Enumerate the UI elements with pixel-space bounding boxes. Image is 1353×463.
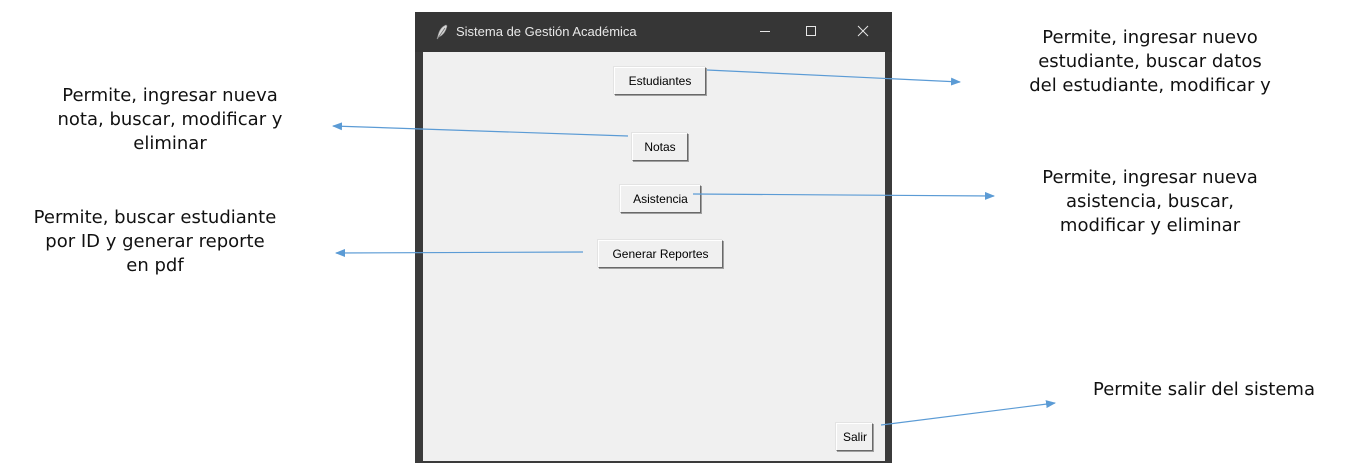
annotation-asistencia: Permite, ingresar nueva asistencia, busc… (1000, 166, 1300, 238)
annotation-line: en pdf (126, 255, 184, 276)
maximize-button[interactable] (788, 12, 834, 52)
title-bar[interactable]: Sistema de Gestión Académica (415, 12, 892, 52)
close-button[interactable] (840, 12, 886, 52)
estudiantes-button[interactable]: Estudiantes (614, 67, 706, 95)
annotation-line: del estudiante, modificar y (1029, 75, 1271, 96)
annotation-line: eliminar (133, 133, 207, 154)
window-title: Sistema de Gestión Académica (456, 24, 637, 39)
annotation-line: Permite, ingresar nuevo (1042, 27, 1258, 48)
annotation-line: por ID y generar reporte (45, 231, 265, 252)
asistencia-button[interactable]: Asistencia (620, 185, 701, 213)
annotation-reportes: Permite, buscar estudiante por ID y gene… (5, 206, 305, 278)
annotation-estudiantes: Permite, ingresar nuevo estudiante, busc… (1000, 26, 1300, 98)
minimize-icon (759, 25, 771, 40)
close-icon (857, 25, 869, 40)
arrow-salir (880, 400, 1056, 426)
annotation-line: Permite, ingresar nueva (1042, 167, 1258, 188)
annotation-notas: Permite, ingresar nueva nota, buscar, mo… (20, 84, 320, 156)
annotation-line: asistencia, buscar, (1066, 191, 1234, 212)
annotation-line: Permite salir del sistema (1093, 379, 1315, 400)
annotation-line: Permite, ingresar nueva (62, 85, 278, 106)
annotation-salir: Permite salir del sistema (1068, 378, 1340, 402)
generar-reportes-button[interactable]: Generar Reportes (598, 240, 723, 268)
window-client-area: Estudiantes Notas Asistencia Generar Rep… (423, 52, 885, 461)
salir-button[interactable]: Salir (836, 423, 873, 451)
annotation-line: estudiante, buscar datos (1038, 51, 1262, 72)
annotation-line: modificar y eliminar (1059, 215, 1241, 236)
maximize-icon (805, 25, 817, 40)
app-window: Sistema de Gestión Académica Estudiantes… (415, 12, 892, 463)
annotated-screenshot: Permite, ingresar nueva nota, buscar, mo… (0, 0, 1353, 463)
annotation-line: Permite, buscar estudiante (33, 207, 277, 228)
minimize-button[interactable] (742, 12, 788, 52)
annotation-line: nota, buscar, modificar y (57, 109, 283, 130)
notas-button[interactable]: Notas (632, 133, 688, 161)
feather-icon (435, 24, 449, 40)
